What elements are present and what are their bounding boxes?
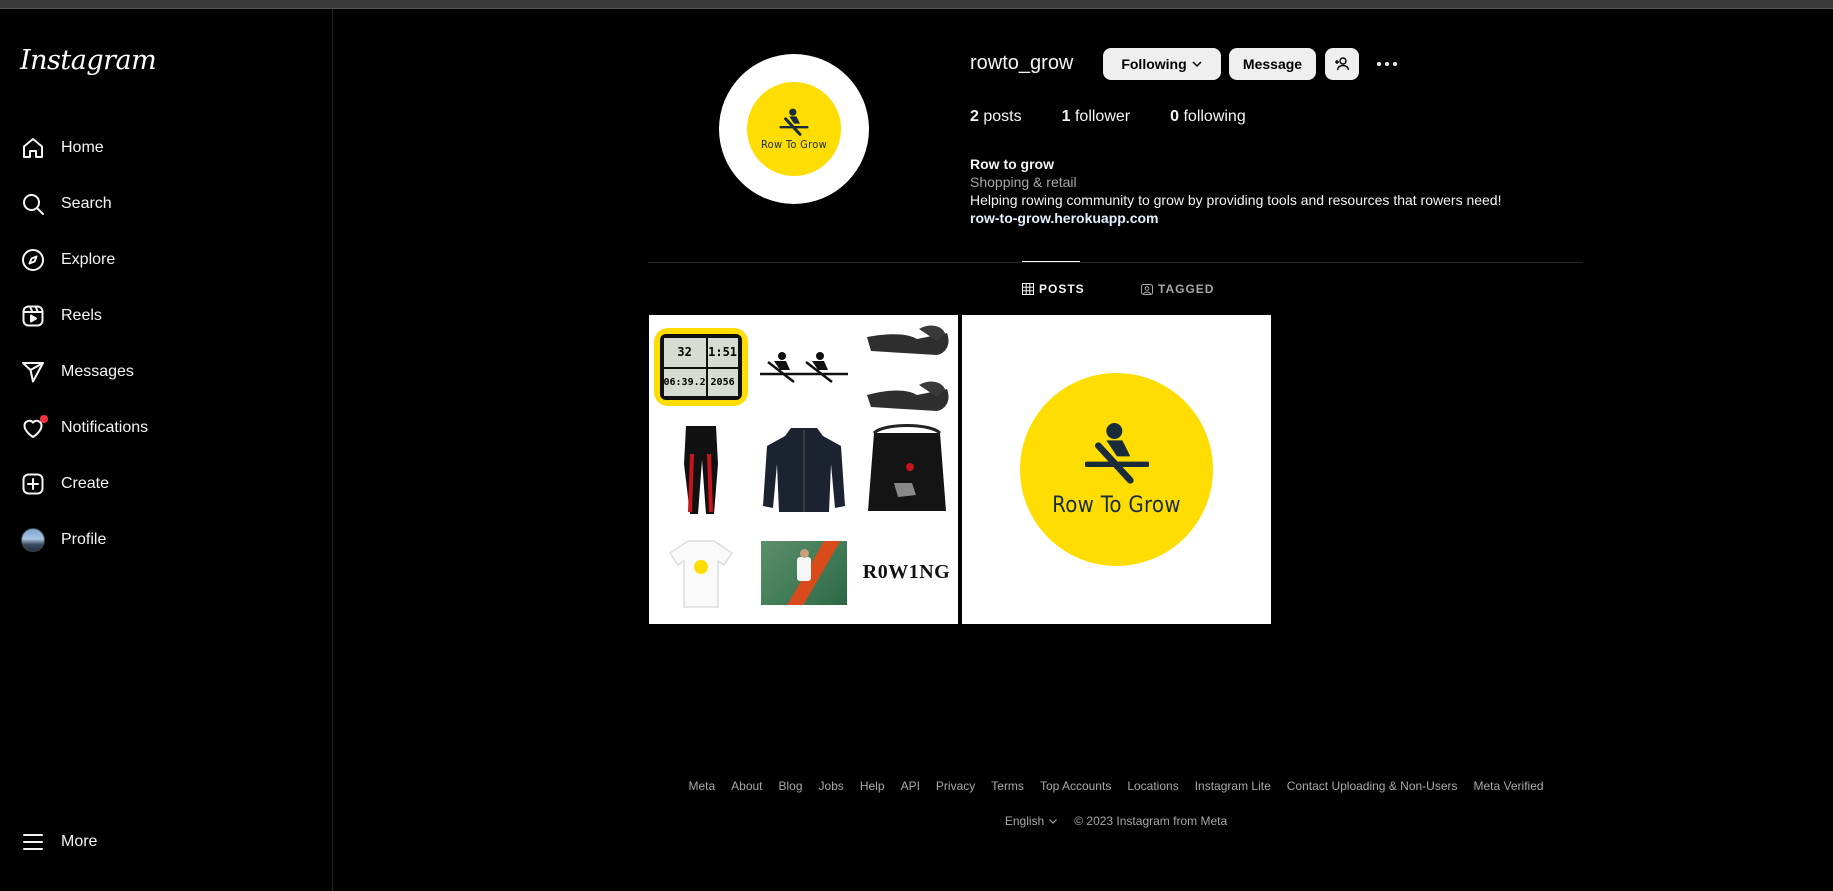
followers-stat[interactable]: 1 follower bbox=[1062, 108, 1131, 126]
chevron-down-icon bbox=[1049, 819, 1058, 824]
rowing-text-image: R0W1NG bbox=[862, 561, 951, 583]
profile-stats: 2 posts 1 follower 0 following bbox=[970, 108, 1286, 126]
sidebar-item-label: Notifications bbox=[61, 419, 149, 436]
footer-link[interactable]: Privacy bbox=[936, 779, 975, 793]
bio-category: Shopping & retail bbox=[970, 174, 1077, 190]
footer-link[interactable]: Jobs bbox=[819, 779, 844, 793]
sidebar-item-explore[interactable]: Explore bbox=[20, 240, 115, 280]
profile-username: rowto_grow bbox=[970, 52, 1074, 74]
rowers-pictogram-image bbox=[752, 315, 855, 418]
heart-icon bbox=[20, 415, 48, 441]
sidebar-item-label: Create bbox=[61, 475, 110, 492]
active-tab-indicator bbox=[1022, 261, 1080, 262]
message-button[interactable]: Message bbox=[1229, 48, 1316, 80]
sidebar-item-profile[interactable]: Profile bbox=[20, 520, 106, 560]
sidebar-item-label: Reels bbox=[61, 307, 102, 324]
profile-main: Row To Grow rowto_grow Following Message… bbox=[334, 9, 1833, 891]
tab-tagged[interactable]: TAGGED bbox=[1141, 282, 1214, 296]
avatar bbox=[21, 528, 45, 552]
brand-text: Row To Grow bbox=[1052, 493, 1181, 518]
footer-link[interactable]: Blog bbox=[779, 779, 803, 793]
sidebar-item-label: More bbox=[61, 833, 98, 850]
sidebar-item-label: Messages bbox=[61, 363, 134, 380]
hamburger-menu-icon bbox=[20, 829, 46, 855]
footer-links: Meta About Blog Jobs Help API Privacy Te… bbox=[649, 779, 1583, 793]
footer-link[interactable]: Instagram Lite bbox=[1195, 779, 1271, 793]
footer-link[interactable]: Meta Verified bbox=[1474, 779, 1544, 793]
sidebar-item-label: Explore bbox=[61, 251, 116, 268]
tights-image bbox=[649, 418, 752, 521]
footer-link[interactable]: Meta bbox=[688, 779, 715, 793]
following-stat[interactable]: 0 following bbox=[1170, 108, 1246, 126]
reels-icon bbox=[20, 303, 46, 329]
language-select[interactable]: English bbox=[1005, 814, 1058, 828]
bio-name: Row to grow bbox=[970, 156, 1054, 172]
grid-icon bbox=[1022, 283, 1034, 295]
sidebar-item-notifications[interactable]: Notifications bbox=[20, 408, 148, 448]
product-collage: 32 1:51 06:39.2 2056 R0W1NG bbox=[649, 315, 958, 624]
profile-avatar-icon bbox=[20, 527, 46, 553]
drawstring-bag-image bbox=[855, 418, 958, 521]
rower-icon bbox=[1084, 423, 1149, 484]
compass-icon bbox=[20, 247, 46, 273]
footer-link[interactable]: About bbox=[731, 779, 762, 793]
footer-link[interactable]: Terms bbox=[991, 779, 1024, 793]
tabs-divider bbox=[648, 262, 1583, 263]
sidebar-item-label: Home bbox=[61, 139, 104, 156]
brand-logo-circle: Row To Grow bbox=[1020, 373, 1213, 566]
following-button[interactable]: Following bbox=[1103, 48, 1221, 80]
profile-bio: Row to grow Shopping & retail Helping ro… bbox=[970, 155, 1502, 227]
sidebar-item-messages[interactable]: Messages bbox=[20, 352, 134, 392]
notification-badge bbox=[40, 415, 48, 423]
footer-link[interactable]: Top Accounts bbox=[1040, 779, 1111, 793]
more-options-icon[interactable] bbox=[1374, 52, 1400, 76]
bio-text: Helping rowing community to grow by prov… bbox=[970, 192, 1502, 208]
footer-bottom: English © 2023 Instagram from Meta bbox=[649, 814, 1583, 828]
footer-link[interactable]: Locations bbox=[1127, 779, 1178, 793]
sidebar-item-create[interactable]: Create bbox=[20, 464, 109, 504]
sidebar-item-reels[interactable]: Reels bbox=[20, 296, 102, 336]
search-icon bbox=[20, 191, 46, 217]
footer-link[interactable]: Help bbox=[860, 779, 885, 793]
tagged-icon bbox=[1141, 284, 1153, 295]
plus-square-icon bbox=[20, 471, 46, 497]
send-icon bbox=[20, 359, 46, 385]
footer-link[interactable]: Contact Uploading & Non-Users bbox=[1287, 779, 1458, 793]
brand-logo-circle: Row To Grow bbox=[747, 82, 841, 176]
bio-link[interactable]: row-to-grow.herokuapp.com bbox=[970, 209, 1502, 227]
add-user-icon bbox=[1335, 57, 1350, 71]
sidebar-item-label: Search bbox=[61, 195, 112, 212]
tab-label: POSTS bbox=[1039, 282, 1085, 296]
copyright-text: © 2023 Instagram from Meta bbox=[1074, 814, 1228, 828]
sidebar-item-more[interactable]: More bbox=[20, 822, 97, 862]
sidebar: Instagram Home Search Explore Reels Mess… bbox=[0, 9, 333, 891]
footer-link[interactable]: API bbox=[901, 779, 920, 793]
sidebar-item-home[interactable]: Home bbox=[20, 128, 104, 168]
boots-image bbox=[855, 315, 958, 418]
tshirt-image bbox=[649, 521, 752, 624]
rower-icon bbox=[779, 108, 809, 136]
instagram-logo[interactable]: Instagram bbox=[20, 45, 157, 76]
suggest-users-button[interactable] bbox=[1325, 48, 1359, 80]
post-thumbnail[interactable]: Row To Grow bbox=[962, 315, 1271, 624]
profile-avatar[interactable]: Row To Grow bbox=[719, 54, 869, 204]
posts-stat: 2 posts bbox=[970, 108, 1022, 125]
sidebar-item-label: Profile bbox=[61, 531, 107, 548]
home-icon bbox=[20, 135, 46, 161]
chevron-down-icon bbox=[1192, 61, 1202, 68]
jacket-image bbox=[752, 418, 855, 521]
following-button-label: Following bbox=[1121, 56, 1187, 72]
post-thumbnail[interactable]: 32 1:51 06:39.2 2056 R0W1NG bbox=[649, 315, 958, 624]
tab-label: TAGGED bbox=[1158, 282, 1215, 296]
browser-top-strip bbox=[0, 0, 1833, 9]
message-button-label: Message bbox=[1242, 56, 1303, 72]
rower-photo-image bbox=[752, 521, 855, 624]
tab-posts[interactable]: POSTS bbox=[1022, 282, 1085, 296]
sidebar-item-search[interactable]: Search bbox=[20, 184, 112, 224]
brand-text: Row To Grow bbox=[761, 137, 827, 151]
rowing-monitor-image: 32 1:51 06:39.2 2056 bbox=[649, 315, 752, 418]
